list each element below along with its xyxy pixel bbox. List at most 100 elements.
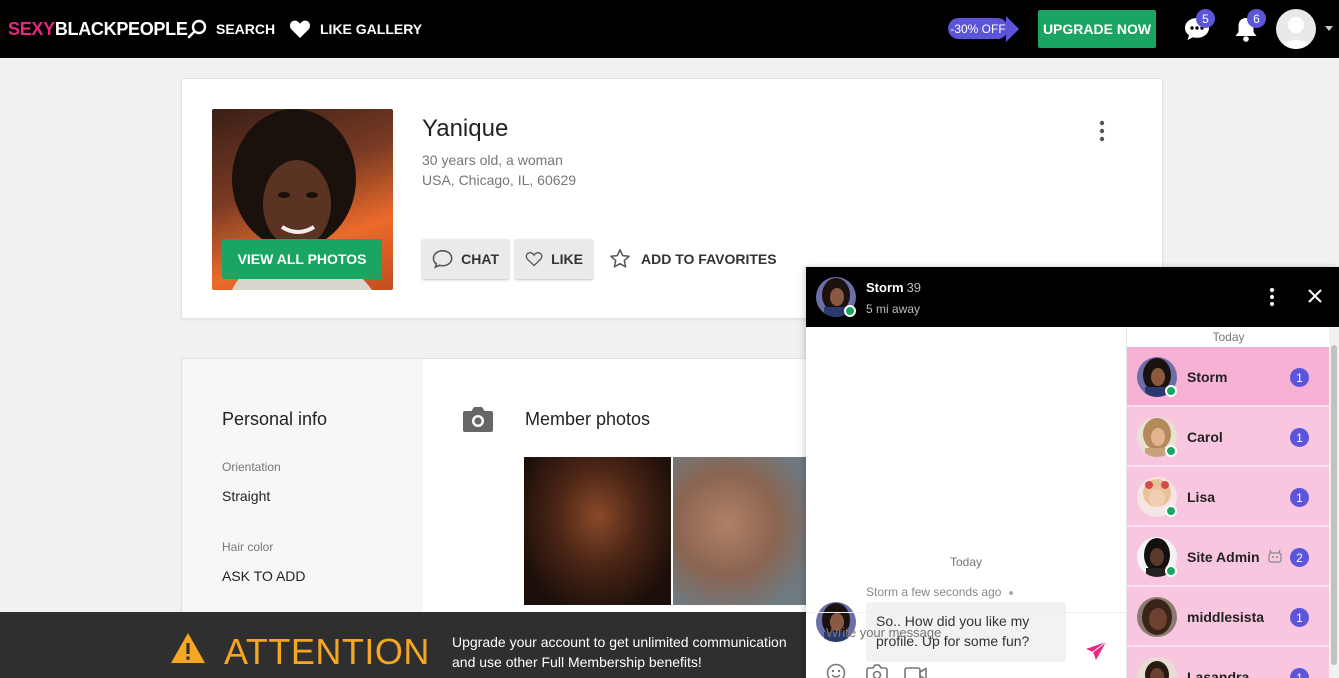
search-icon	[187, 19, 207, 39]
video-icon[interactable]	[904, 663, 928, 678]
avatar-image	[1137, 597, 1177, 637]
contact-item-lasandra[interactable]: Lasandra 1	[1127, 647, 1330, 678]
robot-icon	[1267, 549, 1282, 563]
online-status-dot	[1165, 385, 1177, 397]
member-photo-thumbnail-1[interactable]	[524, 457, 671, 605]
profile-name: Yanique	[422, 115, 509, 142]
contacts-scrollbar[interactable]	[1329, 327, 1339, 678]
heart-outline-icon	[525, 252, 543, 267]
contact-item-storm[interactable]: Storm 1	[1127, 347, 1330, 407]
contact-item-lisa[interactable]: Lisa 1	[1127, 467, 1330, 527]
unread-count-badge: 2	[1290, 548, 1309, 567]
contacts-day-separator: Today	[1212, 330, 1245, 344]
site-logo[interactable]: SEXYBLACKPEOPLE	[8, 19, 188, 40]
unread-count-badge: 1	[1290, 368, 1309, 387]
profile-more-options-button[interactable]	[1092, 119, 1112, 143]
hair-color-label: Hair color	[222, 540, 274, 554]
online-status-dot	[1165, 445, 1177, 457]
nav-like-gallery-label: LIKE GALLERY	[320, 21, 423, 37]
close-icon[interactable]	[1306, 287, 1324, 305]
hair-color-value[interactable]: ASK TO ADD	[222, 568, 306, 584]
user-menu-caret-icon[interactable]	[1325, 26, 1333, 31]
nav-search-label: SEARCH	[216, 21, 276, 37]
chat-contacts-list[interactable]: Today Storm 1 Carol 1 Lisa 1 Site Admin …	[1126, 327, 1339, 678]
discount-arrow	[1006, 16, 1019, 42]
orientation-value: Straight	[222, 488, 271, 504]
profile-location: USA, Chicago, IL, 60629	[422, 172, 577, 188]
message-input[interactable]	[826, 625, 1076, 640]
messages-count-badge: 5	[1196, 9, 1215, 28]
heart-icon	[289, 20, 311, 38]
notifications-count-badge: 6	[1247, 9, 1266, 28]
profile-main-photo[interactable]: VIEW ALL PHOTOS	[212, 109, 393, 290]
contact-name: Lisa	[1187, 489, 1216, 505]
discount-label: -30% OFF	[948, 18, 1008, 39]
attention-message: Upgrade your account to get unlimited co…	[452, 634, 787, 670]
online-status-dot	[844, 305, 856, 317]
chat-header: Storm 39 5 mi away	[806, 267, 1339, 327]
online-status-dot	[1165, 505, 1177, 517]
contact-item-middlesista[interactable]: middlesista 1	[1127, 587, 1330, 647]
message-sender: Storm	[866, 585, 899, 599]
message-composer	[806, 612, 1126, 678]
message-meta: Storm a few seconds ago	[866, 585, 1014, 599]
logo-text-blackpeople: BLACKPEOPLE	[54, 19, 188, 39]
chat-partner-distance: 5 mi away	[866, 302, 921, 316]
unread-count-badge: 1	[1290, 428, 1309, 447]
chat-options-icon[interactable]	[1268, 287, 1276, 307]
top-navigation-bar: SEXYBLACKPEOPLE SEARCH LIKE GALLERY -30%…	[0, 0, 1339, 58]
chat-day-separator: Today	[949, 555, 983, 569]
chat-messages-area[interactable]: Today Storm a few seconds ago So.. How d…	[806, 327, 1126, 662]
chat-partner-name-text: Storm	[866, 280, 904, 295]
like-button-label: LIKE	[551, 251, 583, 267]
add-to-favorites-button[interactable]: ADD TO FAVORITES	[609, 247, 777, 271]
more-vertical-icon	[1099, 120, 1105, 142]
message-status-dot	[1009, 590, 1014, 595]
contact-item-site-admin[interactable]: Site Admin 2	[1127, 527, 1330, 587]
attention-banner: ATTENTION Upgrade your account to get un…	[0, 612, 806, 678]
online-status-dot	[1165, 565, 1177, 577]
chat-button[interactable]: CHAT	[422, 239, 509, 279]
message-time: a few seconds ago	[901, 585, 1002, 599]
chat-partner-age: 39	[906, 280, 922, 295]
chat-partner-name: Storm 39	[866, 280, 921, 295]
orientation-label: Orientation	[222, 460, 281, 474]
chat-button-label: CHAT	[461, 251, 499, 267]
member-photos-title: Member photos	[525, 409, 651, 429]
contacts-scrollbar-thumb[interactable]	[1331, 345, 1337, 665]
unread-count-badge: 1	[1290, 668, 1309, 678]
warning-icon	[171, 633, 205, 663]
default-avatar-icon	[1281, 17, 1311, 49]
contact-name: Carol	[1187, 429, 1223, 445]
chat-window: Storm 39 5 mi away Today Storm a few seco…	[806, 267, 1339, 678]
contact-name: middlesista	[1187, 609, 1265, 625]
like-button[interactable]: LIKE	[515, 239, 593, 279]
personal-info-title: Personal info	[222, 409, 328, 429]
member-photo-thumbnail-2[interactable]	[673, 457, 807, 605]
contact-name: Lasandra	[1187, 669, 1250, 678]
upgrade-now-button[interactable]: UPGRADE NOW	[1038, 10, 1156, 48]
unread-count-badge: 1	[1290, 608, 1309, 627]
add-to-favorites-label: ADD TO FAVORITES	[641, 251, 777, 267]
send-icon[interactable]	[1085, 641, 1107, 661]
nav-search[interactable]: SEARCH	[187, 17, 275, 41]
star-outline-icon	[610, 249, 630, 268]
camera-icon	[463, 407, 493, 432]
notifications-button[interactable]: 6	[1232, 9, 1266, 44]
chat-outline-icon	[432, 250, 453, 269]
contact-name: Site Admin	[1187, 549, 1283, 565]
messages-button[interactable]: 5	[1182, 9, 1215, 44]
view-all-photos-button[interactable]: VIEW ALL PHOTOS	[222, 239, 382, 279]
unread-count-badge: 1	[1290, 488, 1309, 507]
camera-icon[interactable]	[866, 663, 888, 678]
contact-name: Storm	[1187, 369, 1228, 385]
avatar-image	[1137, 657, 1177, 678]
emoji-icon[interactable]	[826, 663, 846, 678]
discount-tag[interactable]: -30% OFF	[948, 16, 1020, 42]
user-avatar[interactable]	[1276, 9, 1316, 49]
contact-item-carol[interactable]: Carol 1	[1127, 407, 1330, 467]
contact-avatar	[1137, 657, 1177, 678]
contact-avatar	[1137, 597, 1177, 637]
nav-like-gallery[interactable]: LIKE GALLERY	[289, 17, 422, 41]
attention-title: ATTENTION	[224, 631, 430, 672]
